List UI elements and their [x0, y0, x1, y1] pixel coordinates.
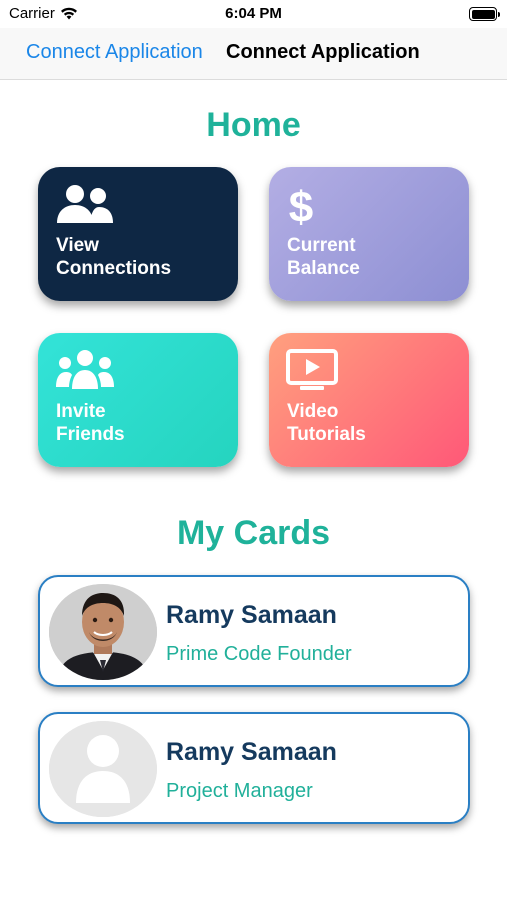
- tile-label: View Connections: [56, 234, 226, 280]
- my-cards-title: My Cards: [176, 514, 331, 552]
- tile-label-line2: Balance: [287, 258, 360, 279]
- video-play-icon: [286, 349, 338, 390]
- dollar-icon: $: [289, 183, 313, 227]
- view-connections-tile[interactable]: View Connections: [38, 167, 238, 301]
- nav-title: Connect Application: [226, 41, 420, 63]
- card-name: Ramy Samaan: [166, 738, 337, 766]
- business-card-2[interactable]: Ramy Samaan Project Manager: [38, 712, 470, 824]
- tile-label-line2: Tutorials: [287, 424, 366, 445]
- tile-label-line1: Invite: [56, 401, 106, 422]
- avatar-placeholder-icon: [49, 721, 157, 817]
- card-role: Prime Code Founder: [166, 643, 352, 665]
- card-name: Ramy Samaan: [166, 601, 337, 629]
- tile-label-line1: Video: [287, 401, 339, 422]
- status-bar: Carrier 6:04 PM: [0, 0, 507, 28]
- tile-label: Invite Friends: [56, 400, 226, 446]
- tile-label-line1: View: [56, 235, 99, 256]
- avatar: [49, 721, 157, 817]
- business-card-1[interactable]: Ramy Samaan Prime Code Founder: [38, 575, 470, 687]
- status-time: 6:04 PM: [225, 5, 282, 22]
- current-balance-tile[interactable]: $ Current Balance: [269, 167, 469, 301]
- home-title: Home: [206, 106, 301, 144]
- svg-text:$: $: [289, 183, 313, 227]
- navigation-bar: Connect Application Connect Application: [0, 28, 507, 80]
- battery-icon: [469, 7, 500, 21]
- card-role: Project Manager: [166, 780, 313, 802]
- video-tutorials-tile[interactable]: Video Tutorials: [269, 333, 469, 467]
- tile-label-line1: Current: [287, 235, 356, 256]
- nav-back-button[interactable]: Connect Application: [26, 41, 203, 64]
- profile-photo: [49, 584, 157, 680]
- tile-label-line2: Friends: [56, 424, 125, 445]
- battery-fill: [471, 9, 495, 19]
- avatar: [49, 584, 157, 680]
- tile-label: Video Tutorials: [287, 400, 457, 446]
- tile-label-line2: Connections: [56, 258, 172, 279]
- invite-friends-tile[interactable]: Invite Friends: [38, 333, 238, 467]
- users-icon: [57, 185, 113, 223]
- tile-label: Current Balance: [287, 234, 457, 280]
- group-icon: [56, 350, 114, 389]
